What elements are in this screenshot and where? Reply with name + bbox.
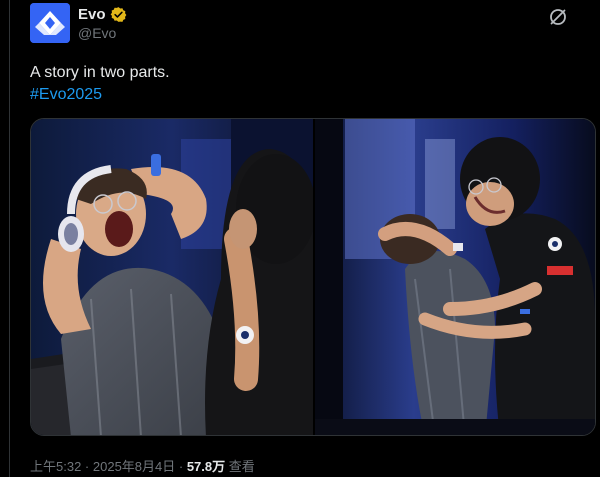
meta-separator-1: ·: [81, 459, 93, 474]
tweet-date[interactable]: 2025年8月4日: [93, 459, 175, 474]
meta-separator-2: ·: [175, 459, 187, 474]
tweet-text: A story in two parts.: [30, 64, 170, 81]
handle[interactable]: @Evo: [78, 25, 116, 41]
display-name[interactable]: Evo: [78, 6, 106, 23]
avatar[interactable]: [30, 3, 70, 43]
view-count-label: 查看: [228, 459, 255, 474]
name-row: Evo: [78, 4, 127, 24]
verified-badge-icon: [110, 6, 126, 22]
thread-divider: [9, 0, 10, 477]
tweet-time[interactable]: 上午5:32: [30, 459, 81, 474]
grok-icon[interactable]: [548, 7, 568, 27]
view-count: 57.8万: [186, 459, 226, 474]
photo-left[interactable]: [31, 119, 313, 436]
media-grid[interactable]: [30, 118, 596, 436]
photo-right[interactable]: [315, 119, 596, 436]
hashtag-link[interactable]: #Evo2025: [30, 84, 102, 106]
tweet-header: Evo @Evo: [30, 3, 580, 45]
tweet-meta: 上午5:32 · 2025年8月4日 · 57.8万 查看: [30, 456, 255, 475]
evo-logo-icon: [30, 3, 70, 43]
